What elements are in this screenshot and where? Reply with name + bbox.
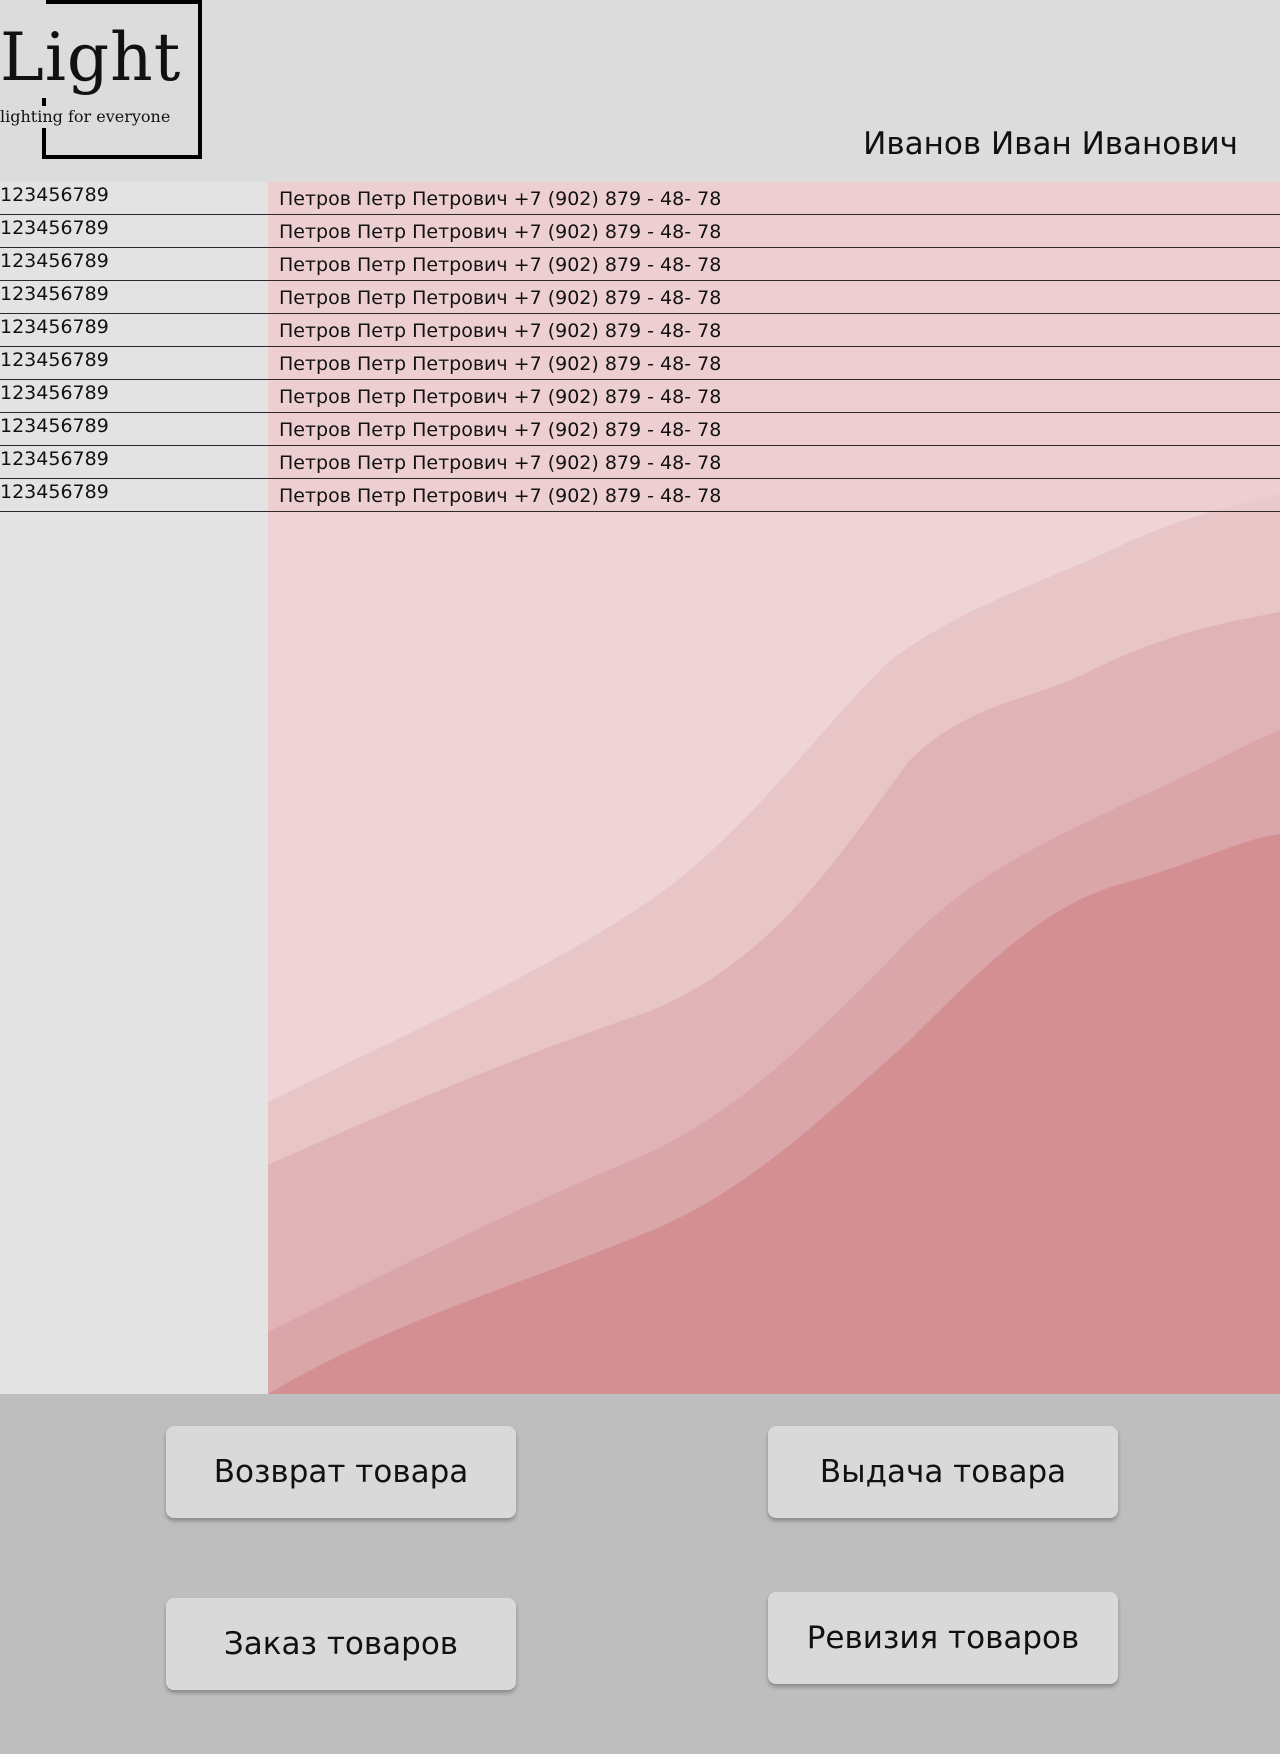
table-row[interactable]: 123456789 Петров Петр Петрович +7 (902) … <box>0 182 1280 215</box>
order-code: 123456789 <box>0 448 109 470</box>
order-code: 123456789 <box>0 316 109 338</box>
customer-contact: Петров Петр Петрович +7 (902) 879 - 48- … <box>279 188 722 210</box>
table-row[interactable]: 123456789 Петров Петр Петрович +7 (902) … <box>0 248 1280 281</box>
table-row[interactable]: 123456789 Петров Петр Петрович +7 (902) … <box>0 446 1280 479</box>
customer-contact: Петров Петр Петрович +7 (902) 879 - 48- … <box>279 320 722 342</box>
issue-goods-button[interactable]: Выдача товара <box>768 1426 1118 1518</box>
table-row[interactable]: 123456789 Петров Петр Петрович +7 (902) … <box>0 413 1280 446</box>
header: Light lighting for everyone Иванов Иван … <box>0 0 1280 182</box>
table-row[interactable]: 123456789 Петров Петр Петрович +7 (902) … <box>0 314 1280 347</box>
customer-contact: Петров Петр Петрович +7 (902) 879 - 48- … <box>279 386 722 408</box>
logo: Light lighting for everyone <box>0 0 202 160</box>
audit-goods-button[interactable]: Ревизия товаров <box>768 1592 1118 1684</box>
customer-contact: Петров Петр Петрович +7 (902) 879 - 48- … <box>279 287 722 309</box>
order-goods-button[interactable]: Заказ товаров <box>166 1598 516 1690</box>
order-code: 123456789 <box>0 382 109 404</box>
customer-contact: Петров Петр Петрович +7 (902) 879 - 48- … <box>279 452 722 474</box>
logo-wordmark: Light <box>0 18 186 98</box>
customer-contact: Петров Петр Петрович +7 (902) 879 - 48- … <box>279 353 722 375</box>
order-code: 123456789 <box>0 415 109 437</box>
table-row[interactable]: 123456789 Петров Петр Петрович +7 (902) … <box>0 215 1280 248</box>
customer-contact: Петров Петр Петрович +7 (902) 879 - 48- … <box>279 485 722 507</box>
table-row[interactable]: 123456789 Петров Петр Петрович +7 (902) … <box>0 479 1280 512</box>
user-name: Иванов Иван Иванович <box>863 126 1238 162</box>
order-code: 123456789 <box>0 217 109 239</box>
customer-contact: Петров Петр Петрович +7 (902) 879 - 48- … <box>279 221 722 243</box>
return-goods-button[interactable]: Возврат товара <box>166 1426 516 1518</box>
order-code: 123456789 <box>0 184 109 206</box>
action-bar: Возврат товара Выдача товара Заказ товар… <box>0 1394 1280 1754</box>
customer-contact: Петров Петр Петрович +7 (902) 879 - 48- … <box>279 419 722 441</box>
order-code: 123456789 <box>0 481 109 503</box>
order-code: 123456789 <box>0 250 109 272</box>
table-row[interactable]: 123456789 Петров Петр Петрович +7 (902) … <box>0 281 1280 314</box>
table-row[interactable]: 123456789 Петров Петр Петрович +7 (902) … <box>0 347 1280 380</box>
customer-table: 123456789 Петров Петр Петрович +7 (902) … <box>0 182 1280 512</box>
customer-contact: Петров Петр Петрович +7 (902) 879 - 48- … <box>279 254 722 276</box>
order-code: 123456789 <box>0 349 109 371</box>
logo-tagline: lighting for everyone <box>0 106 173 128</box>
table-row[interactable]: 123456789 Петров Петр Петрович +7 (902) … <box>0 380 1280 413</box>
order-code: 123456789 <box>0 283 109 305</box>
